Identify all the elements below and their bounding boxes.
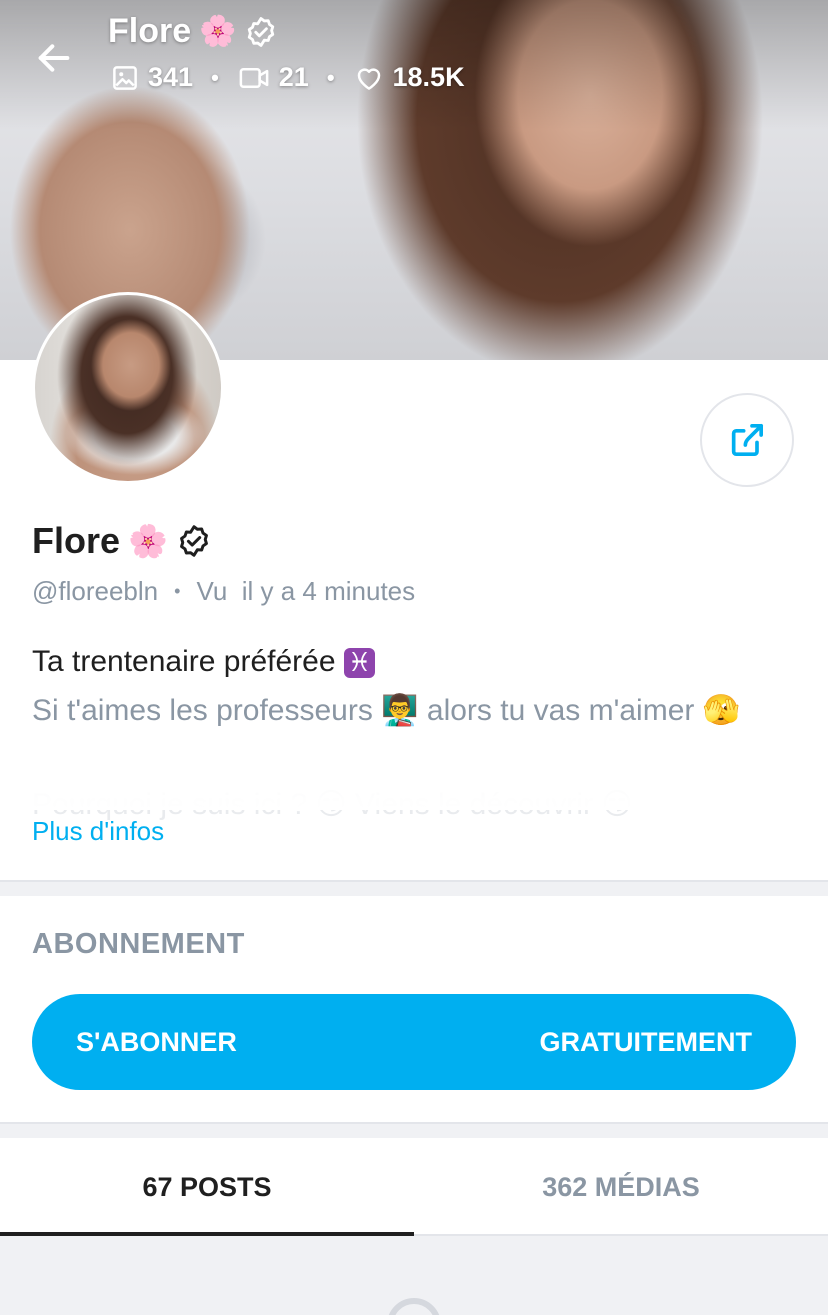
- videos-stat: 21: [237, 62, 309, 93]
- more-info-link[interactable]: Plus d'infos: [32, 816, 164, 847]
- subscribe-price: GRATUITEMENT: [539, 1026, 752, 1057]
- verified-badge-icon: [248, 16, 275, 47]
- posts-feed: [0, 1236, 828, 1315]
- top-bar: Flore 🌸 341 • 21 • 18.5K: [0, 0, 828, 110]
- bio-fade: [0, 740, 828, 810]
- stat-separator: •: [326, 64, 335, 90]
- verified-badge-icon: [179, 525, 208, 557]
- flower-emoji: 🌸: [128, 522, 168, 560]
- header-title: Flore: [108, 12, 192, 50]
- bio-text: Si t'aimes les professeurs: [32, 694, 382, 727]
- bio-text: Ta trentenaire préférée: [32, 645, 344, 678]
- bio-line: Si t'aimes les professeurs 👨‍🏫 alors tu …: [32, 687, 802, 734]
- likes-count: 18.5K: [392, 62, 465, 92]
- profile-name: Flore: [32, 520, 121, 561]
- profile-handle: @floreebln: [32, 576, 159, 606]
- photos-stat: 341: [110, 62, 193, 93]
- bio-line: Ta trentenaire préférée ♓: [32, 638, 802, 687]
- profile-name-row: Flore 🌸: [32, 520, 212, 562]
- videos-count: 21: [278, 62, 309, 92]
- arrow-left-icon: [38, 44, 70, 72]
- teacher-emoji: 👨‍🏫: [381, 693, 419, 728]
- bio-text: alors tu vas m'aimer: [418, 694, 703, 727]
- last-seen: Vu il y a 4 minutes: [196, 576, 416, 606]
- header-title-row: Flore 🌸: [108, 12, 278, 51]
- likes-stat: 18.5K: [353, 62, 465, 93]
- peeking-face-emoji: 🫣: [702, 693, 741, 728]
- header-stats: 341 • 21 • 18.5K: [110, 62, 465, 93]
- tab-posts[interactable]: 67 POSTS: [0, 1140, 414, 1234]
- meta-separator: •: [174, 581, 181, 601]
- back-button[interactable]: [30, 34, 78, 82]
- subscribe-label: S'ABONNER: [76, 1026, 237, 1057]
- section-divider: [0, 880, 828, 896]
- section-divider: [0, 1122, 828, 1138]
- loading-spinner-icon: [387, 1298, 441, 1315]
- pisces-emoji: ♓: [343, 648, 376, 678]
- flower-emoji: 🌸: [199, 14, 237, 49]
- subscription-title: ABONNEMENT: [32, 928, 245, 960]
- content-tabs: 67 POSTS 362 MÉDIAS: [0, 1140, 828, 1236]
- video-icon: [239, 67, 269, 88]
- share-button[interactable]: [700, 393, 794, 487]
- photos-count: 341: [148, 62, 194, 92]
- stat-separator: •: [211, 64, 219, 90]
- subscribe-button[interactable]: S'ABONNER GRATUITEMENT: [32, 994, 796, 1090]
- tab-media[interactable]: 362 MÉDIAS: [414, 1140, 828, 1234]
- heart-icon: [357, 67, 380, 90]
- share-icon: [731, 424, 763, 456]
- profile-meta: @floreebln • Vu il y a 4 minutes: [32, 576, 415, 607]
- image-icon: [113, 65, 137, 90]
- avatar[interactable]: [32, 292, 224, 484]
